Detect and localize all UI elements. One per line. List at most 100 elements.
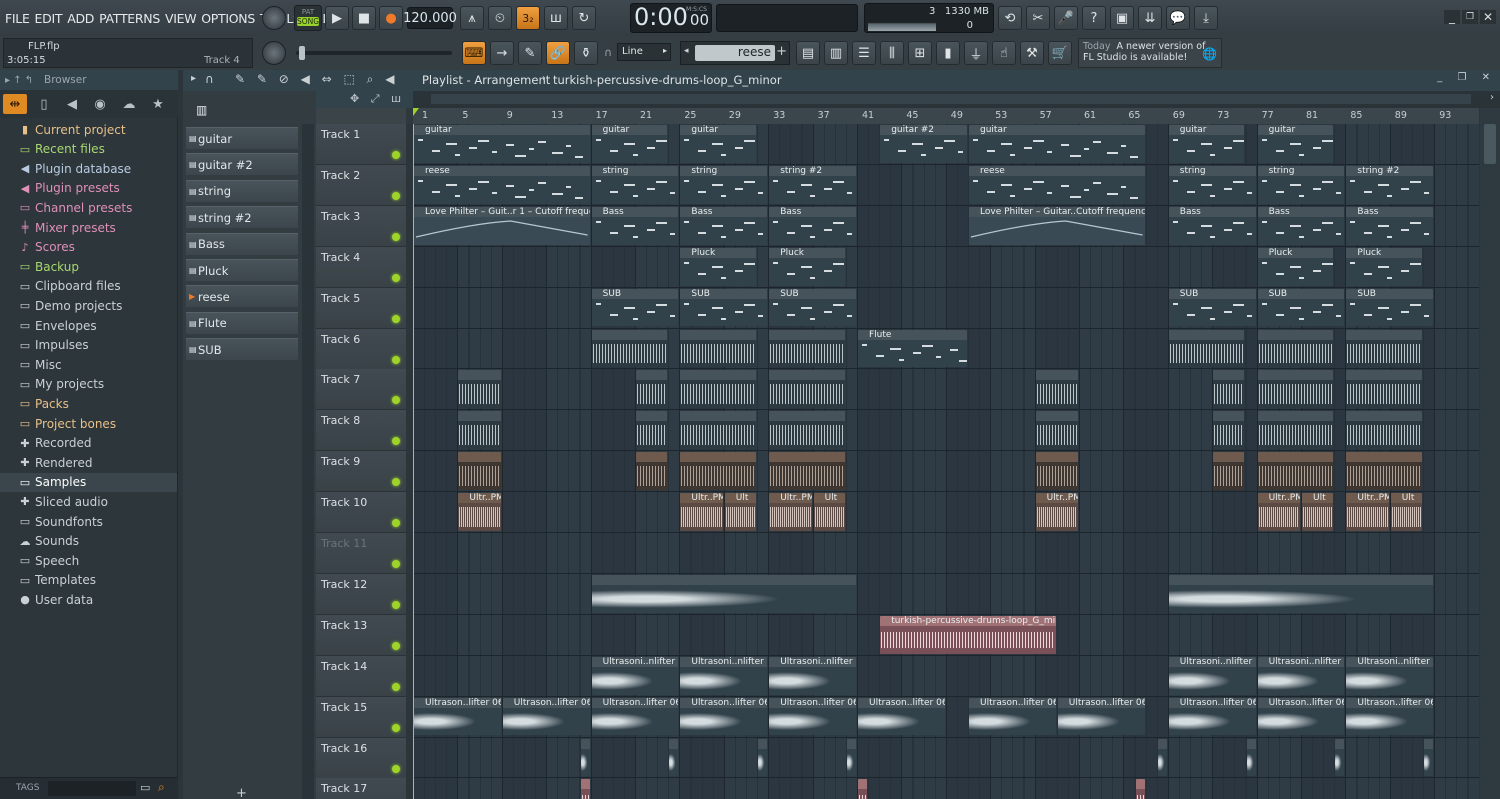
playlist-clip[interactable] [1035,411,1078,450]
minimize-button[interactable]: _ [1444,10,1460,24]
playlist-clip[interactable]: Ultr..PM [769,493,812,531]
close-button[interactable]: ✕ [1480,10,1496,24]
playlist-clip[interactable] [758,738,768,777]
playlist-clip[interactable] [1035,452,1078,491]
track-enable-led[interactable] [392,723,400,732]
track-header[interactable]: Track 3 [316,205,406,247]
browse-next-button[interactable]: → [490,41,514,65]
pat-song-toggle[interactable]: PAT SONG [294,5,322,31]
menu-edit[interactable]: EDIT [35,11,63,26]
track-enable-led[interactable] [392,764,400,773]
playlist-clip[interactable]: Ult [1302,493,1334,531]
playlist-clip[interactable] [591,574,856,613]
playlist-clip[interactable]: SUB [1257,288,1345,327]
menu-options[interactable]: OPTIONS [201,11,255,26]
playlist-clip[interactable] [1246,738,1256,777]
playlist-clip[interactable]: string [1257,165,1345,204]
browser-item-sounds[interactable]: ☁ Sounds [18,532,80,551]
browser-item-rendered[interactable]: ✚ Rendered [18,453,92,472]
playlist-clip[interactable]: Love Philter – Guit..r 1 – Cutoff freque… [414,206,590,245]
touch-controller-button[interactable]: ☝ [992,41,1016,65]
playlist-clip[interactable] [1346,329,1423,368]
shop-button[interactable]: 🛒 [1048,41,1072,65]
playlist-clip[interactable]: Bass [769,206,856,245]
playlist-clip[interactable] [1168,574,1434,613]
help-button[interactable]: ? [1082,6,1106,30]
playlist-clip[interactable]: SUB [591,288,679,327]
playlist-clip[interactable]: string [680,165,768,204]
star-icon[interactable]: ★ [146,94,170,114]
playlist-clip[interactable] [769,329,845,368]
project-picker-button[interactable]: ⊞ [908,41,932,65]
track-header[interactable]: Track 10 [316,492,406,534]
browser-item-recent-files[interactable]: ▭ Recent files [18,140,105,159]
browser-item-samples[interactable]: ▭ Samples [0,472,177,492]
playlist-clip[interactable]: guitar [1257,125,1334,163]
menu-add[interactable]: ADD [67,11,94,26]
link-button[interactable]: 🔗 [546,41,570,65]
playlist-clip[interactable]: SUB [769,288,856,327]
browser-header[interactable]: ▸ ↑ ↰ Browser [0,70,178,90]
track-enable-led[interactable] [392,641,400,650]
playlist-clip[interactable] [1213,370,1245,409]
browser-item-my-projects[interactable]: ▭ My projects [18,375,104,394]
playlist-clip[interactable] [1257,452,1334,491]
magnet-tool-icon[interactable]: ∩ [205,72,214,86]
playlist-clip[interactable]: Ultrason..lifter 06 [1257,697,1345,736]
playlist-clip[interactable] [1257,370,1334,409]
track-header[interactable]: Track 13 [316,614,406,656]
track-enable-led[interactable] [392,151,400,159]
browser-item-recorded[interactable]: ✚ Recorded [18,434,91,453]
playlist-clip[interactable]: SUB [680,288,768,327]
stop-button[interactable]: ■ [352,6,376,30]
playlist-clip[interactable] [680,370,757,409]
track-header[interactable]: Track 7 [316,369,406,411]
track-enable-led[interactable] [392,560,400,568]
playlist-clip[interactable]: Ultr..PM [1346,493,1389,531]
typing-keyboard-button[interactable]: ⌨ [462,41,486,65]
playlist-clip[interactable]: Pluck [680,247,757,286]
playlist-clip[interactable] [458,370,501,409]
playlist-clip[interactable]: Ultrasoni..nlifter 12 [1346,656,1434,695]
browser-item-speech[interactable]: ▭ Speech [18,551,79,570]
loop-record-button[interactable]: ↻ [572,6,596,30]
playlist-clip[interactable]: string #2 [769,165,856,204]
step-edit-button[interactable]: ш [544,6,568,30]
playlist-clip[interactable]: reese [414,165,590,204]
news-panel[interactable]: Today A newer version of FL Studio is av… [1078,38,1222,68]
cut-button[interactable]: ✂ [1026,6,1050,30]
playlist-clip[interactable] [769,452,845,491]
playlist-clip[interactable]: guitar [1168,125,1245,163]
countdown-button[interactable]: 3₂ [516,6,540,30]
track-tools-icon[interactable]: ✥ ⤢ ш [350,92,405,106]
playlist-clip[interactable]: Ultr..PM [1035,493,1078,531]
browser-item-current-project[interactable]: ▮ Current project [18,120,126,139]
add-channel-icon[interactable]: + [236,786,247,799]
playlist-clip[interactable]: SUB [1168,288,1256,327]
playlist-clip[interactable] [636,370,668,409]
playlist-button[interactable]: ▤ [796,41,820,65]
playlist-clip[interactable]: Ultrasoni..nlifter 12 [1257,656,1345,695]
play-button[interactable]: ▶ [325,6,349,30]
playlist-clip[interactable]: Ultrason..lifter 06 [858,697,945,736]
playlist-window-buttons[interactable]: _ ❐ ✕ [1437,72,1496,83]
playlist-clip[interactable] [580,779,590,799]
folder-icon[interactable]: ▭ [140,781,150,794]
track-header[interactable]: Track 14 [316,655,406,697]
pitch-knob[interactable] [262,41,286,65]
playhead-marker-icon[interactable] [413,108,419,116]
playlist-clip[interactable]: Pluck [1257,247,1334,286]
record-button[interactable]: ● [379,6,403,30]
track-header[interactable]: Track 5 [316,287,406,329]
playlist-clip[interactable]: guitar [591,125,668,163]
track-header[interactable]: Track 12 [316,573,406,615]
playlist-clip[interactable]: Bass [591,206,679,245]
playlist-clip[interactable]: Ultrasoni..nlifter 12 [1168,656,1256,695]
playlist-clip[interactable]: turkish-percussive-drums-loop_G_minor [880,615,1056,654]
playlist-clip[interactable] [458,452,501,491]
track-enable-led[interactable] [392,682,400,691]
browser-item-envelopes[interactable]: ▭ Envelopes [18,316,97,335]
track-header[interactable]: Track 8 [316,410,406,452]
playlist-clip[interactable]: string [591,165,679,204]
playlist-clip[interactable]: Ultrason..lifter 06 [502,697,590,736]
